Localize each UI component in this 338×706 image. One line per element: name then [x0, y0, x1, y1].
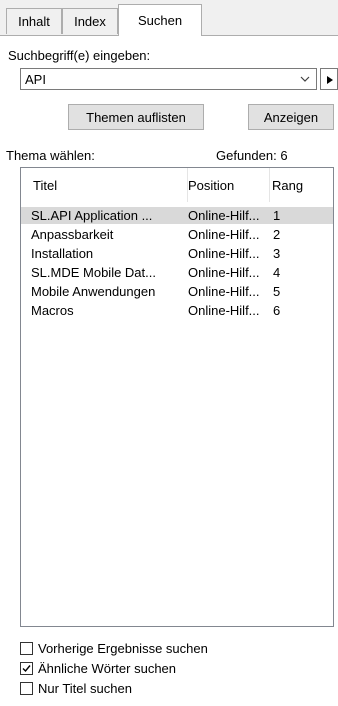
display-button[interactable]: Anzeigen: [248, 104, 334, 130]
table-row[interactable]: Macros Online-Hilf... 6: [21, 302, 333, 319]
results-header: Titel Position Rang: [21, 168, 333, 202]
tab-inhalt-label: Inhalt: [18, 14, 50, 29]
row-position: Online-Hilf...: [188, 208, 260, 223]
column-header-position-label: Position: [188, 177, 235, 193]
row-rank: 1: [273, 208, 281, 223]
search-input-value: API: [25, 72, 46, 87]
checkbox-titles-only[interactable]: [20, 681, 33, 695]
row-position: Online-Hilf...: [188, 284, 260, 299]
chevron-down-icon[interactable]: [299, 73, 311, 85]
tab-suchen-label: Suchen: [137, 13, 183, 28]
tab-index-label: Index: [74, 14, 106, 29]
search-prompt-label: Suchbegriff(e) eingeben:: [8, 48, 151, 63]
option-similar-words-label: Ähnliche Wörter suchen: [38, 660, 177, 676]
checkbox-previous-results[interactable]: [20, 641, 33, 655]
row-title: SL.API Application ...: [31, 208, 153, 223]
row-position: Online-Hilf...: [188, 265, 260, 280]
row-rank: 4: [273, 265, 281, 280]
row-rank: 5: [273, 284, 281, 299]
option-previous-results-label: Vorherige Ergebnisse suchen: [38, 640, 208, 656]
column-header-rank-label: Rang: [272, 177, 304, 193]
option-titles-only[interactable]: Nur Titel suchen: [20, 678, 132, 698]
list-topics-button[interactable]: Themen auflisten: [68, 104, 204, 130]
search-options-button[interactable]: [320, 68, 338, 90]
column-header-position[interactable]: Position: [188, 168, 270, 202]
row-title: Installation: [31, 246, 94, 261]
table-row[interactable]: Installation Online-Hilf... 3: [21, 245, 333, 262]
row-position: Online-Hilf...: [188, 227, 260, 242]
option-previous-results[interactable]: Vorherige Ergebnisse suchen: [20, 638, 208, 658]
tab-index[interactable]: Index: [62, 8, 118, 34]
row-rank: 2: [273, 227, 281, 242]
table-row[interactable]: SL.MDE Mobile Dat... Online-Hilf... 4: [21, 264, 333, 281]
row-title: Anpassbarkeit: [31, 227, 114, 242]
row-rank: 3: [273, 246, 281, 261]
option-titles-only-label: Nur Titel suchen: [38, 680, 132, 696]
found-count-label: Gefunden: 6: [216, 148, 288, 163]
row-title: Macros: [31, 303, 74, 318]
tab-suchen[interactable]: Suchen: [118, 4, 202, 36]
column-header-title[interactable]: Titel: [21, 168, 188, 202]
checkbox-similar-words[interactable]: [20, 661, 33, 675]
row-title: SL.MDE Mobile Dat...: [31, 265, 156, 280]
list-topics-button-label: Themen auflisten: [86, 109, 186, 125]
row-title: Mobile Anwendungen: [31, 284, 156, 299]
display-button-label: Anzeigen: [263, 109, 319, 125]
choose-topic-label: Thema wählen:: [6, 148, 95, 163]
row-position: Online-Hilf...: [188, 246, 260, 261]
triangle-right-icon: [327, 76, 333, 84]
table-row[interactable]: SL.API Application ... Online-Hilf... 1: [21, 207, 333, 224]
checkmark-icon: [22, 664, 31, 672]
column-header-title-label: Titel: [33, 177, 58, 193]
row-rank: 6: [273, 303, 281, 318]
option-similar-words[interactable]: Ähnliche Wörter suchen: [20, 658, 176, 678]
tab-bar: Inhalt Index Suchen: [0, 0, 338, 36]
table-row[interactable]: Anpassbarkeit Online-Hilf... 2: [21, 226, 333, 243]
tab-inhalt[interactable]: Inhalt: [6, 8, 62, 34]
table-row[interactable]: Mobile Anwendungen Online-Hilf... 5: [21, 283, 333, 300]
search-input[interactable]: API: [20, 68, 317, 90]
row-position: Online-Hilf...: [188, 303, 260, 318]
results-list[interactable]: Titel Position Rang SL.API Application .…: [20, 167, 334, 627]
column-header-rank[interactable]: Rang: [270, 168, 333, 202]
